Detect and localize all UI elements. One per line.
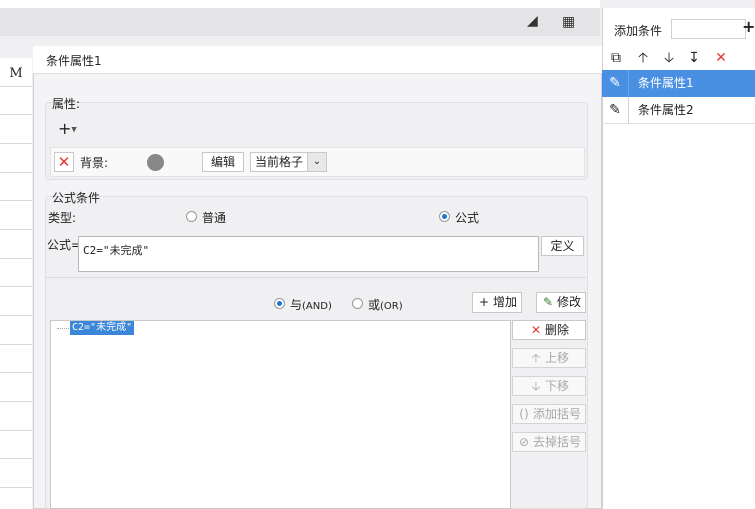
- list-item[interactable]: ✎ 条件属性2: [602, 96, 755, 124]
- copy-icon[interactable]: ⧉: [606, 48, 626, 68]
- type-normal-label[interactable]: 普通: [202, 209, 226, 226]
- plus-icon[interactable]: +: [742, 17, 755, 36]
- chevron-down-icon[interactable]: ⌄: [307, 152, 327, 172]
- formula-condition-label: 公式条件: [52, 191, 101, 205]
- arrow-down-icon[interactable]: 🡣: [659, 48, 679, 68]
- delete-icon[interactable]: ✕: [711, 48, 731, 68]
- divider: [46, 277, 586, 278]
- plus-icon: +: [58, 119, 72, 138]
- panel-title-bar: [602, 0, 755, 8]
- logic-or-label[interactable]: 或(OR): [368, 296, 403, 313]
- dialog-title: 条件属性1: [46, 54, 102, 68]
- move-up-button[interactable]: 🡡 上移: [512, 348, 586, 368]
- scope-select[interactable]: 当前格子 ⌄: [250, 152, 328, 172]
- background-label: 背景:: [80, 156, 109, 170]
- add-condition-input[interactable]: [671, 19, 746, 39]
- move-down-button[interactable]: 🡣 下移: [512, 376, 586, 396]
- spreadsheet-area: [0, 58, 32, 509]
- modify-condition-button[interactable]: ✎ 修改: [536, 292, 586, 313]
- condition-list: ✎ 条件属性1 ✎ 条件属性2: [602, 70, 755, 124]
- arrow-up-icon: 🡡: [531, 351, 541, 365]
- close-icon: ✕: [530, 323, 542, 337]
- column-header-m[interactable]: M: [0, 62, 32, 86]
- type-formula-radio[interactable]: [439, 211, 450, 222]
- move-bottom-icon[interactable]: ↧: [684, 48, 704, 68]
- close-icon: ✕: [57, 153, 71, 171]
- logic-or-radio[interactable]: [352, 298, 363, 309]
- formula-label: 公式=: [47, 238, 82, 252]
- dialog-header: [33, 46, 602, 74]
- remove-parentheses-button[interactable]: ⊘ 去掉括号: [512, 432, 586, 452]
- edit-button[interactable]: 编辑: [202, 152, 244, 172]
- plus-icon: +: [478, 295, 490, 309]
- formula-input[interactable]: C2="未完成": [78, 236, 539, 272]
- delete-button[interactable]: ✕ 删除: [512, 320, 586, 340]
- pencil-icon: ✎: [609, 75, 621, 91]
- attribute-section-label: 属性:: [52, 97, 81, 111]
- remove-attribute-button[interactable]: ✕: [54, 152, 74, 172]
- add-condition-label: 添加条件: [614, 24, 663, 38]
- list-item-label: 条件属性1: [628, 70, 755, 97]
- list-item-label: 条件属性2: [628, 96, 755, 124]
- arrow-up-icon[interactable]: 🡡: [633, 48, 653, 68]
- scope-select-value: 当前格子: [250, 152, 308, 172]
- add-attribute-button[interactable]: +▼: [58, 119, 86, 139]
- grid-layout-icon[interactable]: ▦: [562, 14, 575, 30]
- condition-tree[interactable]: [50, 320, 511, 509]
- toolbar: [0, 8, 600, 36]
- add-parentheses-button[interactable]: () 添加括号: [512, 404, 586, 424]
- chevron-down-icon: ▼: [71, 125, 77, 134]
- pencil-icon: ✎: [609, 101, 621, 118]
- define-button[interactable]: 定义: [541, 236, 584, 256]
- logic-and-label[interactable]: 与(AND): [290, 296, 332, 313]
- parentheses-icon: (): [519, 407, 529, 421]
- tree-connector: [57, 328, 69, 329]
- list-item[interactable]: ✎ 条件属性1: [602, 70, 755, 97]
- type-formula-label[interactable]: 公式: [455, 209, 479, 226]
- modify-icon: ✎: [542, 295, 554, 309]
- type-label: 类型:: [48, 211, 77, 225]
- tree-node[interactable]: C2="未完成": [70, 321, 135, 335]
- collapse-icon[interactable]: ◢: [527, 13, 538, 29]
- remove-parentheses-icon: ⊘: [518, 435, 530, 449]
- add-condition-button[interactable]: + 增加: [472, 292, 522, 313]
- arrow-down-icon: 🡣: [531, 379, 541, 393]
- color-swatch: [147, 154, 164, 171]
- type-normal-radio[interactable]: [186, 211, 197, 222]
- logic-and-radio[interactable]: [274, 298, 285, 309]
